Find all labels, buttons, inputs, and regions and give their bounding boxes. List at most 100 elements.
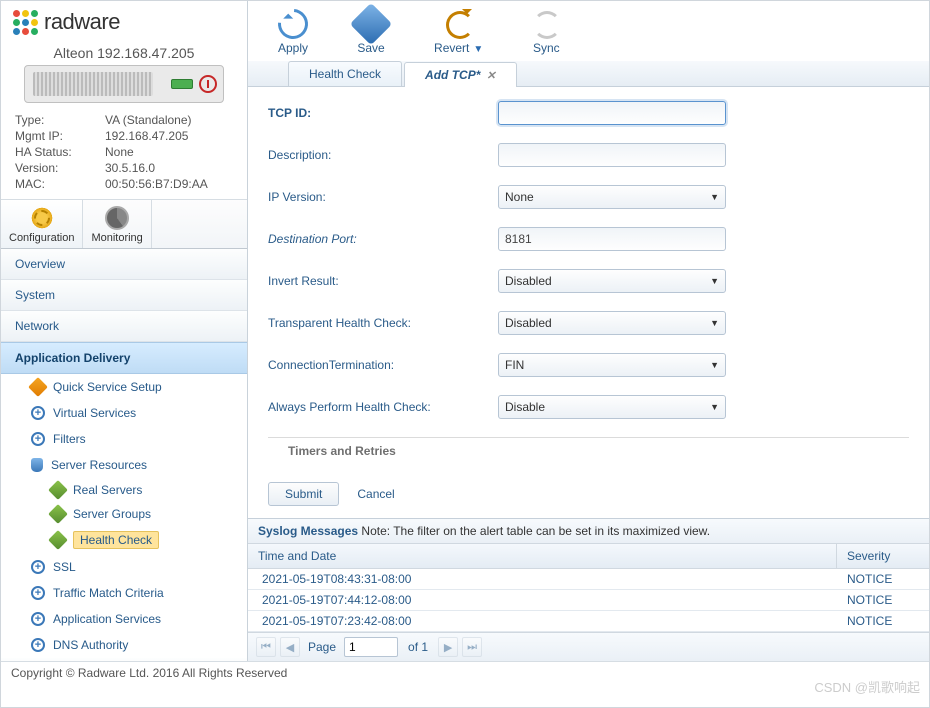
col-severity[interactable]: Severity [837, 544, 929, 568]
green-diamond-icon [48, 530, 68, 550]
save-icon [350, 3, 392, 45]
submit-button[interactable]: Submit [268, 482, 339, 506]
syslog-pager: ⏮ ◀ Page of 1 ▶ ⏭ [248, 632, 929, 661]
chevron-down-icon: ▼ [710, 360, 719, 370]
left-mode-tabs: Configuration Monitoring [1, 199, 247, 249]
left-panel: radware Alteon 192.168.47.205 Type:VA (S… [1, 1, 248, 661]
cancel-button[interactable]: Cancel [357, 487, 394, 501]
tab-configuration[interactable]: Configuration [1, 200, 83, 248]
tab-add-tcp[interactable]: Add TCP*✕ [404, 62, 517, 87]
pager-last-button[interactable]: ⏭ [462, 637, 482, 657]
nav-dns-authority[interactable]: DNS Authority [1, 632, 247, 658]
nav-server-resources[interactable]: Server Resources [1, 452, 247, 478]
footer-copyright: Copyright © Radware Ltd. 2016 All Rights… [1, 661, 929, 680]
info-ha-label: HA Status: [15, 145, 105, 159]
save-button[interactable]: Save [356, 9, 386, 55]
syslog-time: 2021-05-19T07:23:42-08:00 [248, 611, 837, 631]
nav-filters[interactable]: Filters [1, 426, 247, 452]
nav-application-services[interactable]: Application Services [1, 606, 247, 632]
plus-circle-icon [31, 586, 45, 600]
nav-real-servers[interactable]: Real Servers [1, 478, 247, 502]
info-type-value: VA (Standalone) [105, 113, 233, 127]
pager-next-button[interactable]: ▶ [438, 637, 458, 657]
gear-icon [30, 206, 54, 230]
tab-configuration-label: Configuration [9, 232, 74, 244]
form-add-tcp: TCP ID: Description: IP Version: None▼ D… [248, 87, 929, 471]
info-mgmt-value: 192.168.47.205 [105, 129, 233, 143]
device-title: Alteon 192.168.47.205 [1, 39, 247, 65]
select-conn-termination[interactable]: FIN▼ [498, 353, 726, 377]
apply-icon [272, 3, 314, 45]
plus-circle-icon [31, 560, 45, 574]
info-mgmt-label: Mgmt IP: [15, 129, 105, 143]
input-description[interactable] [498, 143, 726, 167]
device-info: Type:VA (Standalone) Mgmt IP:192.168.47.… [1, 109, 247, 199]
nav-network[interactable]: Network [1, 311, 247, 342]
select-ip-version[interactable]: None▼ [498, 185, 726, 209]
syslog-severity: NOTICE [837, 590, 929, 610]
tab-monitoring[interactable]: Monitoring [83, 200, 151, 248]
syslog-row[interactable]: 2021-05-19T07:44:12-08:00NOTICE [248, 590, 929, 611]
syslog-columns: Time and Date Severity [248, 543, 929, 569]
brand-dots-icon [13, 10, 38, 35]
info-ha-value: None [105, 145, 233, 159]
pager-page-label: Page [308, 640, 336, 654]
fieldset-timers-retries: Timers and Retries [268, 437, 909, 458]
chevron-down-icon: ▼ [710, 318, 719, 328]
orange-diamond-icon [28, 377, 48, 397]
tab-health-check[interactable]: Health Check [288, 61, 402, 86]
chevron-down-icon: ▼ [710, 276, 719, 286]
revert-button[interactable]: Revert▼ [434, 9, 483, 55]
nav-quick-service-setup[interactable]: Quick Service Setup [1, 374, 247, 400]
power-icon [199, 75, 217, 93]
syslog-row[interactable]: 2021-05-19T08:43:31-08:00NOTICE [248, 569, 929, 590]
tab-monitoring-label: Monitoring [91, 232, 142, 244]
syslog-severity: NOTICE [837, 611, 929, 631]
pager-page-input[interactable] [344, 637, 398, 657]
info-ver-value: 30.5.16.0 [105, 161, 233, 175]
col-time-date[interactable]: Time and Date [248, 544, 837, 568]
close-icon[interactable]: ✕ [486, 69, 495, 82]
label-transparent-hc: Transparent Health Check: [268, 316, 498, 330]
nav-system[interactable]: System [1, 280, 247, 311]
select-invert-result[interactable]: Disabled▼ [498, 269, 726, 293]
nav-tree[interactable]: Overview System Network Application Deli… [1, 249, 247, 661]
label-description: Description: [268, 148, 498, 162]
sync-button[interactable]: Sync [531, 9, 561, 55]
nav-security[interactable]: Security [1, 658, 247, 661]
input-tcp-id[interactable] [498, 101, 726, 125]
label-tcp-id: TCP ID: [268, 106, 498, 120]
info-mac-value: 00:50:56:B7:D9:AA [105, 177, 233, 191]
apply-button[interactable]: Apply [278, 9, 308, 55]
info-type-label: Type: [15, 113, 105, 127]
nav-overview[interactable]: Overview [1, 249, 247, 280]
document-tabs: Health Check Add TCP*✕ [248, 61, 929, 87]
green-diamond-icon [48, 480, 68, 500]
syslog-time: 2021-05-19T07:44:12-08:00 [248, 590, 837, 610]
select-transparent-hc[interactable]: Disabled▼ [498, 311, 726, 335]
pager-prev-button[interactable]: ◀ [280, 637, 300, 657]
syslog-severity: NOTICE [837, 569, 929, 589]
plus-circle-icon [31, 638, 45, 652]
plus-circle-icon [31, 432, 45, 446]
syslog-row[interactable]: 2021-05-19T07:23:42-08:00NOTICE [248, 611, 929, 632]
main-toolbar: Apply Save Revert▼ Sync [248, 1, 929, 61]
nav-application-delivery[interactable]: Application Delivery [1, 342, 247, 374]
syslog-panel: Syslog Messages Note: The filter on the … [248, 518, 929, 661]
plus-circle-icon [31, 406, 45, 420]
info-mac-label: MAC: [15, 177, 105, 191]
label-ip-version: IP Version: [268, 190, 498, 204]
pager-first-button[interactable]: ⏮ [256, 637, 276, 657]
sync-icon [531, 9, 561, 39]
nav-virtual-services[interactable]: Virtual Services [1, 400, 247, 426]
nav-ssl[interactable]: SSL [1, 554, 247, 580]
select-always-perform-hc[interactable]: Disable▼ [498, 395, 726, 419]
syslog-header: Syslog Messages Note: The filter on the … [248, 519, 929, 543]
nav-health-check[interactable]: Health Check [1, 526, 247, 554]
input-destination-port[interactable] [498, 227, 726, 251]
brand-name: radware [44, 9, 120, 35]
nav-traffic-match[interactable]: Traffic Match Criteria [1, 580, 247, 606]
chevron-down-icon: ▼ [710, 402, 719, 412]
gauge-icon [105, 206, 129, 230]
nav-server-groups[interactable]: Server Groups [1, 502, 247, 526]
